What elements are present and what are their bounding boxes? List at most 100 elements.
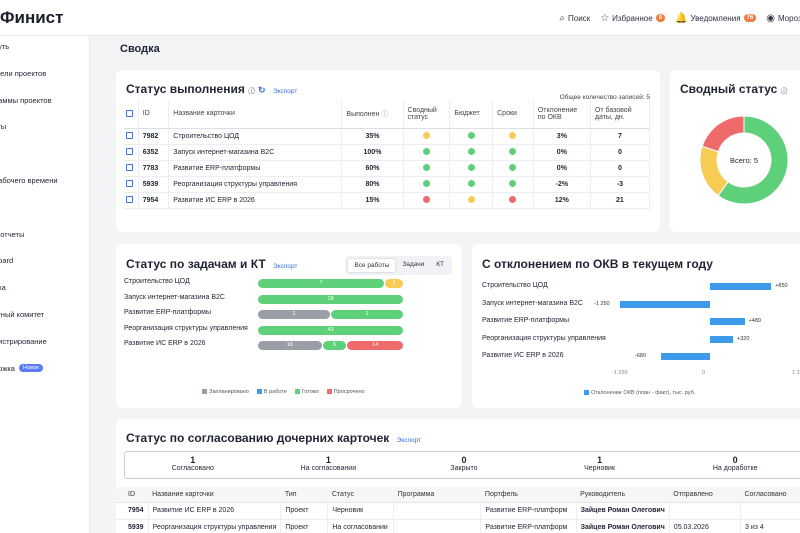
- approval-summary-item[interactable]: 0 На доработке: [667, 452, 800, 478]
- column-header[interactable]: Программа: [393, 487, 481, 503]
- sidebar-item[interactable]: ауть: [0, 42, 9, 51]
- sidebar-item-label: фели проектов: [0, 68, 47, 78]
- table-row[interactable]: 7954 Развитие ИС ERP в 2026 15% 12% 21: [124, 192, 651, 209]
- tab-0[interactable]: Все работы: [347, 258, 397, 273]
- column-header-label: Сроки: [497, 110, 517, 118]
- sidebar-item[interactable]: раммы проектов: [0, 96, 52, 105]
- topnav-user[interactable]: ◉Морозо: [766, 13, 800, 24]
- column-header[interactable]: От базовой даты, дн.: [590, 100, 651, 129]
- column-header[interactable]: Тип: [280, 487, 328, 503]
- cell-days: 0: [590, 144, 651, 161]
- deviation-bar[interactable]: [710, 335, 734, 343]
- cell-budget: [449, 192, 494, 209]
- approvals-export-link[interactable]: Экспорт: [397, 437, 421, 444]
- table-row[interactable]: 7783 Развитие ERP-платформы 60% 0% 0: [124, 160, 651, 177]
- column-header[interactable]: Согласовано: [740, 487, 800, 503]
- row-checkbox[interactable]: [126, 196, 133, 204]
- approval-summary-item[interactable]: 1 На согласовании: [261, 452, 397, 478]
- app-logo[interactable]: Финист: [0, 8, 63, 28]
- task-row-bar[interactable]: 11: [258, 310, 403, 319]
- row-checkbox[interactable]: [126, 148, 133, 156]
- sidebar-item[interactable]: board: [0, 256, 13, 265]
- table-cell: Зайцев Роман Олегович: [576, 502, 670, 520]
- cell-budget: [449, 176, 494, 193]
- deviation-bar[interactable]: [710, 318, 745, 325]
- cell-done: 35%: [341, 128, 404, 145]
- column-header[interactable]: Название карточки: [168, 100, 343, 129]
- table-row[interactable]: 6352 Запуск интернет-магазина B2C 100% 0% 0: [124, 144, 651, 161]
- column-header[interactable]: Сроки: [492, 100, 534, 129]
- task-row-bar[interactable]: 18: [258, 294, 403, 304]
- sidebar-item[interactable]: с-отчеты: [0, 230, 24, 239]
- topnav-star[interactable]: ☆ Избранное 8: [600, 13, 666, 24]
- info-icon[interactable]: ⓘ: [781, 88, 788, 95]
- approval-summary-item[interactable]: 0 Закрыто: [396, 452, 532, 478]
- select-all-checkbox[interactable]: [126, 110, 133, 118]
- status-dot: [467, 148, 475, 156]
- column-header[interactable]: Выполнен ⓘ: [341, 100, 404, 129]
- cell-terms: [492, 176, 534, 193]
- status-export-link[interactable]: Экспорт: [273, 88, 297, 95]
- refresh-icon[interactable]: ↻: [258, 85, 266, 95]
- approval-summary-item[interactable]: 1 Согласовано: [125, 452, 261, 478]
- task-row-bar[interactable]: 16 6 14: [258, 341, 403, 350]
- cell-name[interactable]: Реорганизация структуры управления: [168, 176, 343, 193]
- table-cell: Развитие ERP-платформ: [480, 519, 577, 533]
- donut-slice-yellow[interactable]: [699, 145, 729, 197]
- column-header[interactable]: Сводный статус: [403, 100, 451, 129]
- topnav-bell[interactable]: 🔔 Уведомления 76: [675, 13, 757, 24]
- sidebar: аутьфели проектовраммы проектовктыирабоч…: [0, 36, 90, 533]
- row-checkbox[interactable]: [126, 164, 133, 172]
- row-checkbox[interactable]: [126, 132, 133, 140]
- info-icon[interactable]: ⓘ: [381, 111, 388, 118]
- sidebar-item[interactable]: ика: [0, 283, 6, 292]
- cell-name[interactable]: Развитие ERP-платформы: [168, 160, 343, 177]
- table-row[interactable]: 5939 Реорганизация структуры управления Пр…: [116, 519, 800, 533]
- legend-item: В работе: [256, 389, 287, 395]
- column-header[interactable]: Руководитель: [576, 487, 670, 503]
- top-bar: Финист ⌕ Поиск ☆ Избранное 8 🔔 Уведомления 76 ◉ М…: [0, 0, 800, 36]
- deviation-bar[interactable]: [661, 353, 710, 360]
- sidebar-item[interactable]: ержкаНовое: [0, 364, 43, 373]
- tab-2[interactable]: КТ: [430, 258, 450, 273]
- task-row-bar[interactable]: 43: [258, 325, 403, 335]
- deviation-value: -680: [635, 353, 647, 359]
- sidebar-item[interactable]: ктный комитет: [0, 310, 44, 319]
- donut-slice-red[interactable]: [701, 115, 745, 153]
- column-header[interactable]: Отклонение по ОКВ: [533, 100, 591, 129]
- tasks-card: Статус по задачам и КТ Экспорт Все работ…: [116, 244, 462, 408]
- task-row-bar[interactable]: 71: [258, 279, 403, 288]
- cell-name[interactable]: Запуск интернет-магазина B2C: [168, 144, 343, 161]
- column-header[interactable]: ID: [116, 487, 149, 503]
- deviation-bar[interactable]: [710, 283, 772, 290]
- cell-name[interactable]: Строительство ЦОД: [168, 128, 343, 145]
- approval-summary-item[interactable]: 1 Черновик: [532, 452, 668, 478]
- axis-tick-label: 1 250: [792, 370, 800, 376]
- sidebar-item[interactable]: кты: [0, 122, 6, 131]
- info-icon[interactable]: ⓘ: [248, 88, 255, 95]
- sidebar-item[interactable]: фели проектов: [0, 69, 46, 78]
- column-header[interactable]: Название карточки: [148, 487, 281, 503]
- donut-center-label: Всего: 5: [729, 156, 758, 165]
- cell-name[interactable]: Развитие ИС ERP в 2026: [168, 192, 343, 209]
- table-row[interactable]: 7982 Строительство ЦОД 35% 3% 7: [124, 128, 651, 145]
- column-header[interactable]: ID: [138, 100, 170, 129]
- table-cell: Реорганизация структуры управления: [148, 519, 282, 533]
- table-row[interactable]: 7954 Развитие ИС ERP в 2026 Проект Черновик…: [116, 502, 800, 520]
- table-cell: [393, 519, 482, 533]
- column-header[interactable]: Статус: [327, 487, 394, 503]
- table-row[interactable]: 5939 Реорганизация структуры управления 80…: [124, 176, 651, 193]
- tab-1[interactable]: Задачи: [396, 258, 430, 273]
- deviation-bar[interactable]: [620, 300, 710, 308]
- legend-label: Готово: [301, 389, 319, 395]
- sidebar-item[interactable]: рабочего времени: [0, 176, 58, 185]
- top-nav: ⌕Поиск ☆Избранное8 🔔Уведомления76 ◉Морозо: [559, 0, 800, 36]
- column-header[interactable]: Портфель: [480, 487, 577, 503]
- legend-label: В работе: [263, 389, 287, 395]
- row-checkbox[interactable]: [126, 180, 133, 188]
- column-header[interactable]: Бюджет: [449, 100, 494, 129]
- tasks-export-link[interactable]: Экспорт: [273, 263, 297, 270]
- topnav-search[interactable]: ⌕ Поиск: [559, 13, 590, 24]
- sidebar-item[interactable]: нистрирование: [0, 337, 47, 346]
- column-header[interactable]: Отправлено: [669, 487, 741, 503]
